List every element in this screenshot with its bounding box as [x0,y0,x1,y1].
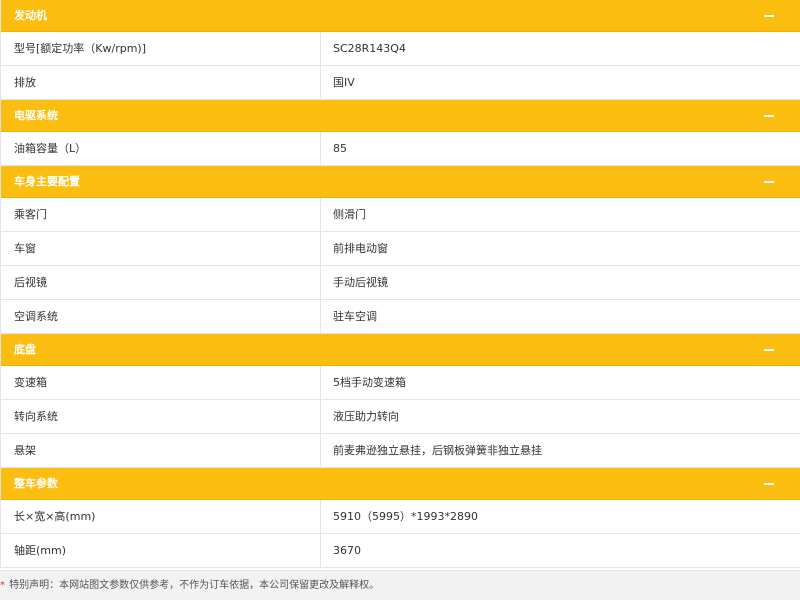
row-label: 型号[额定功率（Kw/rpm)] [1,32,321,65]
table-row: 空调系统 驻车空调 [1,300,800,334]
table-row: 变速箱 5档手动变速箱 [1,366,800,400]
row-value: SC28R143Q4 [333,42,406,55]
section-electric-drive: 电驱系统 油箱容量（L） 85 [1,100,800,166]
row-label: 变速箱 [1,366,321,399]
table-row: 油箱容量（L） 85 [1,132,800,166]
minus-icon[interactable] [764,181,774,183]
row-value: 驻车空调 [333,310,377,323]
section-title: 车身主要配置 [14,175,80,188]
row-value: 液压助力转向 [333,410,399,423]
section-chassis: 底盘 变速箱 5档手动变速箱 转向系统 液压助力转向 悬架 前麦弗逊独立悬挂，后… [1,334,800,468]
row-label: 转向系统 [1,400,321,433]
section-header[interactable]: 发动机 [1,0,800,32]
minus-icon[interactable] [764,15,774,17]
section-body-config: 车身主要配置 乘客门 侧滑门 车窗 前排电动窗 后视镜 手动后视镜 空调系统 驻… [1,166,800,334]
section-title: 底盘 [14,343,36,356]
section-engine: 发动机 型号[额定功率（Kw/rpm)] SC28R143Q4 排放 国IV [1,0,800,100]
spec-table: 发动机 型号[额定功率（Kw/rpm)] SC28R143Q4 排放 国IV 电… [0,0,800,568]
row-label: 轴距(mm) [1,534,321,567]
table-row: 轴距(mm) 3670 [1,534,800,568]
row-label: 空调系统 [1,300,321,333]
row-value: 85 [333,142,347,155]
minus-icon[interactable] [764,483,774,485]
section-header[interactable]: 整车参数 [1,468,800,500]
row-value: 前排电动窗 [333,242,388,255]
table-row: 乘客门 侧滑门 [1,198,800,232]
section-header[interactable]: 车身主要配置 [1,166,800,198]
row-label: 排放 [1,66,321,99]
table-row: 悬架 前麦弗逊独立悬挂，后钢板弹簧非独立悬挂 [1,434,800,468]
disclaimer-text: 特别声明：本网站图文参数仅供参考，不作为订车依据，本公司保留更改及解释权。 [6,580,380,591]
table-row: 型号[额定功率（Kw/rpm)] SC28R143Q4 [1,32,800,66]
disclaimer-footer: * 特别声明：本网站图文参数仅供参考，不作为订车依据，本公司保留更改及解释权。 [0,570,800,600]
row-label: 车窗 [1,232,321,265]
row-value: 3670 [333,544,361,557]
row-label: 乘客门 [1,198,321,231]
table-row: 排放 国IV [1,66,800,100]
table-row: 后视镜 手动后视镜 [1,266,800,300]
minus-icon[interactable] [764,115,774,117]
row-value: 侧滑门 [333,208,366,221]
row-value: 国IV [333,76,355,89]
section-title: 发动机 [14,9,47,22]
row-label: 后视镜 [1,266,321,299]
section-title: 整车参数 [14,477,58,490]
row-value: 手动后视镜 [333,276,388,289]
table-row: 长×宽×高(mm) 5910（5995）*1993*2890 [1,500,800,534]
section-vehicle-params: 整车参数 长×宽×高(mm) 5910（5995）*1993*2890 轴距(m… [1,468,800,568]
row-value: 5910（5995）*1993*2890 [333,510,478,523]
table-row: 车窗 前排电动窗 [1,232,800,266]
section-header[interactable]: 底盘 [1,334,800,366]
section-title: 电驱系统 [14,109,58,122]
minus-icon[interactable] [764,349,774,351]
asterisk-mark: * [0,580,5,591]
row-label: 悬架 [1,434,321,467]
row-label: 油箱容量（L） [1,132,321,165]
row-label: 长×宽×高(mm) [1,500,321,533]
row-value: 5档手动变速箱 [333,376,406,389]
table-row: 转向系统 液压助力转向 [1,400,800,434]
section-header[interactable]: 电驱系统 [1,100,800,132]
row-value: 前麦弗逊独立悬挂，后钢板弹簧非独立悬挂 [333,444,542,457]
